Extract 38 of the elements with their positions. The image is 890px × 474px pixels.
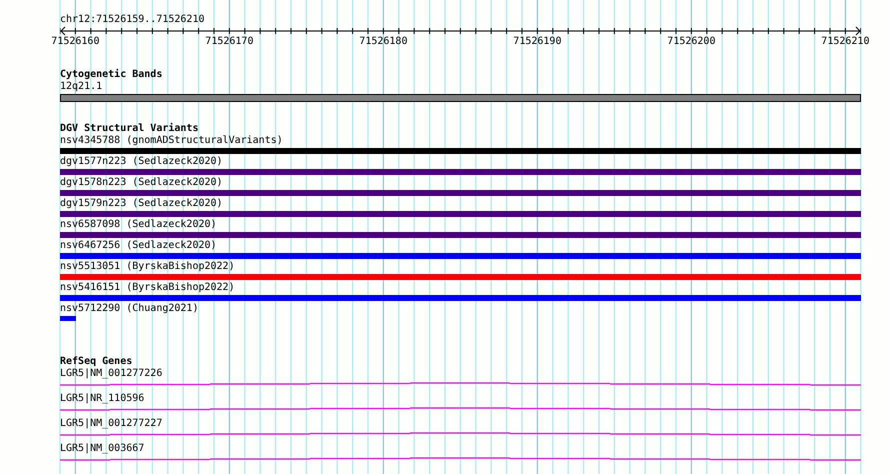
- transcript-line[interactable]: [60, 382, 861, 386]
- feature-label[interactable]: dgv1578n223 (Sedlazeck2020): [60, 177, 223, 189]
- tick-label: 71526160: [51, 36, 100, 48]
- variant-bar[interactable]: [60, 232, 861, 238]
- transcript-line[interactable]: [60, 432, 861, 436]
- tick-label: 71526170: [205, 36, 254, 48]
- feature-label[interactable]: nsv6467256 (Sedlazeck2020): [60, 240, 217, 252]
- track-title: Cytogenetic Bands: [60, 69, 162, 81]
- feature-label[interactable]: LGR5|NM_001277226: [60, 368, 162, 380]
- tick-label: 71526180: [359, 36, 408, 48]
- tick-label: 71526200: [667, 36, 716, 48]
- tick-label: 71526190: [513, 36, 562, 48]
- tick-label: 71526210: [821, 36, 870, 48]
- feature-label[interactable]: nsv5712290 (Chuang2021): [60, 303, 198, 315]
- transcript-line[interactable]: [60, 407, 861, 411]
- feature-label[interactable]: dgv1577n223 (Sedlazeck2020): [60, 156, 223, 168]
- transcript-line[interactable]: [60, 457, 861, 461]
- feature-label[interactable]: nsv5513051 (ByrskaBishop2022): [60, 261, 235, 273]
- feature-label[interactable]: dgv1579n223 (Sedlazeck2020): [60, 198, 223, 210]
- variant-bar[interactable]: [60, 253, 861, 259]
- track-title: RefSeq Genes: [60, 356, 132, 368]
- feature-label[interactable]: LGR5|NM_001277227: [60, 418, 162, 430]
- variant-bar[interactable]: [60, 190, 861, 196]
- variant-bar[interactable]: [60, 211, 861, 217]
- variant-bar[interactable]: [60, 148, 861, 154]
- feature-label[interactable]: nsv6587098 (Sedlazeck2020): [60, 219, 217, 231]
- location-label: chr12:71526159..71526210: [60, 14, 204, 26]
- variant-bar[interactable]: [60, 274, 861, 280]
- feature-label[interactable]: 12q21.1: [60, 81, 102, 93]
- feature-label[interactable]: nsv5416151 (ByrskaBishop2022): [60, 282, 235, 294]
- feature-label[interactable]: LGR5|NM_003667: [60, 443, 144, 455]
- variant-bar[interactable]: [60, 295, 861, 301]
- feature-label[interactable]: nsv4345788 (gnomADStructuralVariants): [60, 135, 283, 147]
- variant-bar[interactable]: [60, 169, 861, 175]
- track-title: DGV Structural Variants: [60, 123, 198, 135]
- variant-bar[interactable]: [60, 316, 76, 321]
- cytoband-bar[interactable]: [60, 94, 861, 102]
- feature-label[interactable]: LGR5|NR_110596: [60, 393, 144, 405]
